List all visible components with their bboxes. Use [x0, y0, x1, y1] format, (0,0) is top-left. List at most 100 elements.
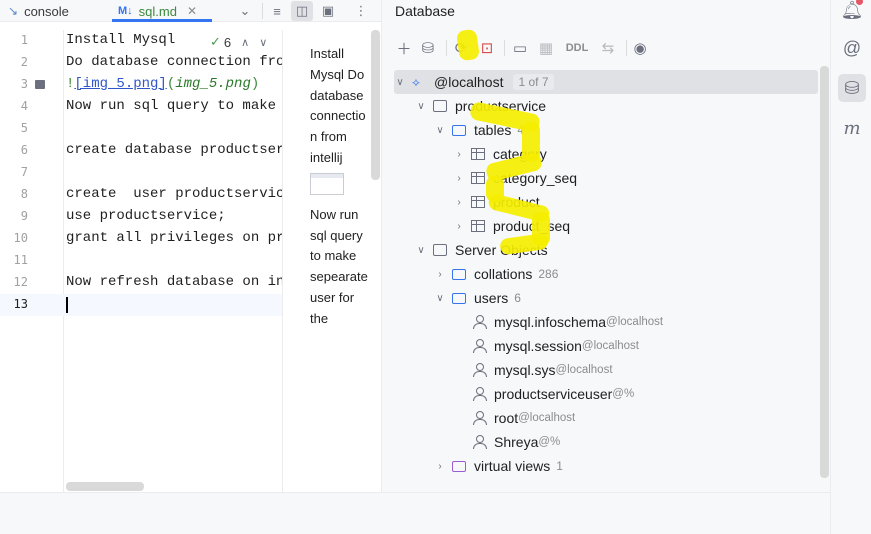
- disconnect-icon[interactable]: ⊡: [477, 36, 497, 60]
- jump-to-source-icon[interactable]: ⇆: [598, 36, 618, 60]
- user-name: mysql.infoschema: [494, 314, 607, 330]
- line-number: 8: [20, 187, 28, 201]
- code-text: Now run sql query to make sepearate user: [66, 98, 277, 114]
- chevron-down-icon[interactable]: ∨: [394, 77, 406, 88]
- chevron-down-icon[interactable]: ∨: [434, 125, 446, 136]
- data-source-properties-icon[interactable]: ⛁: [418, 36, 438, 60]
- view-options-icon[interactable]: ◉: [630, 36, 650, 60]
- editor-only-view-icon[interactable]: ≡: [266, 0, 288, 22]
- more-options-icon[interactable]: ⋮: [350, 0, 372, 22]
- line-number: 12: [13, 275, 28, 289]
- tree-node-user[interactable]: mysql.session @localhost: [473, 334, 639, 358]
- user-host: @%: [612, 388, 635, 400]
- table-icon: [471, 172, 485, 184]
- code-line[interactable]: 1 Install Mysql ✓ 6 ∧ ∨: [0, 30, 282, 52]
- chevron-down-icon[interactable]: ∨: [415, 245, 427, 256]
- code-line[interactable]: 4 Now run sql query to make sepearate us…: [0, 96, 282, 118]
- tree-node-table[interactable]: › product_seq: [453, 214, 570, 238]
- user-host: @localhost: [555, 364, 613, 376]
- notifications-bell-icon[interactable]: 🔔︎: [838, 0, 866, 24]
- line-number: 3: [20, 77, 28, 91]
- user-name: mysql.sys: [494, 362, 556, 378]
- chevron-right-icon[interactable]: ›: [453, 173, 465, 184]
- tree-node-collations[interactable]: › collations 286: [434, 262, 558, 286]
- image-gutter-icon[interactable]: [35, 80, 45, 89]
- table-view-icon[interactable]: ▦: [536, 36, 556, 60]
- database-toolbar: ＋ ⛁ ⟳ ⊡ ▭ ▦ DDL ⇆ ◉: [390, 36, 830, 60]
- next-issue-icon[interactable]: ∨: [259, 36, 267, 49]
- tree-node-user[interactable]: mysql.sys @localhost: [473, 358, 613, 382]
- code-editor[interactable]: 1 Install Mysql ✓ 6 ∧ ∨ 2 Do database co…: [0, 30, 282, 316]
- user-name: Shreya: [494, 434, 539, 450]
- tree-node-localhost[interactable]: ∨ ⟡ @localhost 1 of 7: [394, 70, 818, 94]
- database-tree-scrollbar[interactable]: [820, 66, 829, 478]
- chevron-down-icon[interactable]: ∨: [434, 293, 446, 304]
- tree-node-virtual-views[interactable]: › virtual views 1: [434, 454, 563, 478]
- code-line[interactable]: 7: [0, 162, 282, 184]
- chevron-down-icon[interactable]: ⌄: [234, 0, 256, 22]
- chevron-right-icon[interactable]: ›: [434, 461, 446, 472]
- tree-node-user[interactable]: productserviceuser @%: [473, 382, 634, 406]
- tree-node-user[interactable]: root @localhost: [473, 406, 575, 430]
- code-line[interactable]: 3 ![img_5.png](img_5.png): [0, 74, 282, 96]
- editor-tab-bar: ↘ console M↓ sql.md ✕ ⌄ ≡ ◫ ▣ ⋮: [0, 0, 382, 22]
- schema-icon: [433, 100, 447, 112]
- tab-console-label: console: [24, 3, 69, 19]
- tree-node-user[interactable]: mysql.infoschema @localhost: [473, 310, 663, 334]
- code-line[interactable]: 10 grant all privileges on productservic…: [0, 228, 282, 250]
- code-line[interactable]: 9 use productservice;: [0, 206, 282, 228]
- toolbar-divider: [446, 40, 447, 56]
- line-number: 6: [20, 143, 28, 157]
- preview-only-view-icon[interactable]: ▣: [317, 0, 339, 22]
- chevron-right-icon[interactable]: ›: [434, 269, 446, 280]
- table-icon: [471, 148, 485, 160]
- code-line[interactable]: 12 Now refresh database on intellij: [0, 272, 282, 294]
- preview-content: Install Mysql Do database connection fro…: [310, 44, 368, 330]
- editor-horizontal-scrollbar[interactable]: [66, 482, 144, 491]
- code-line[interactable]: 5: [0, 118, 282, 140]
- code-line[interactable]: 6 create database productservice;: [0, 140, 282, 162]
- ddl-button[interactable]: DDL: [562, 36, 592, 60]
- previous-issue-icon[interactable]: ∧: [241, 36, 249, 49]
- line-number: 1: [20, 33, 28, 47]
- code-line[interactable]: 2 Do database connection from intellij: [0, 52, 282, 74]
- chevron-right-icon[interactable]: ›: [453, 197, 465, 208]
- console-icon: ↘: [8, 4, 19, 18]
- active-tab-indicator: [112, 19, 212, 22]
- code-line-current[interactable]: 13: [0, 294, 282, 316]
- schema-pager-badge[interactable]: 1 of 7: [513, 74, 554, 90]
- folder-icon: [452, 460, 466, 472]
- preview-paragraph: Install Mysql Do database connection fro…: [310, 46, 366, 165]
- database-tool-icon[interactable]: ⛁: [838, 74, 866, 102]
- preview-scrollbar[interactable]: [371, 30, 380, 180]
- tree-node-users[interactable]: ∨ users 6: [434, 286, 521, 310]
- user-host: @localhost: [518, 412, 576, 424]
- code-text: ![img_5.png](img_5.png): [66, 76, 260, 92]
- close-tab-icon[interactable]: ✕: [187, 4, 197, 18]
- image-link-text[interactable]: [img_5.png]: [74, 76, 166, 92]
- chevron-right-icon[interactable]: ›: [453, 149, 465, 160]
- line-number: 9: [20, 209, 28, 223]
- code-line[interactable]: 11: [0, 250, 282, 272]
- add-icon[interactable]: ＋: [394, 36, 414, 60]
- folder-icon: [452, 268, 466, 280]
- split-view-icon[interactable]: ◫: [291, 1, 313, 21]
- user-name: productserviceuser: [494, 386, 613, 402]
- user-icon: [473, 435, 487, 449]
- user-icon: [473, 339, 487, 353]
- preview-paragraph: Now run sql query to make sepearate user…: [310, 206, 368, 326]
- tab-console[interactable]: ↘ console: [8, 0, 69, 22]
- right-tool-strip: 🔔︎ @ ⛁ m: [830, 0, 871, 534]
- inspection-widget[interactable]: ✓ 6 ∧ ∨: [210, 34, 267, 50]
- ai-assistant-icon[interactable]: @: [838, 34, 866, 62]
- bottom-status-strip: [0, 492, 830, 534]
- markdown-preview[interactable]: Install Mysql Do database connection fro…: [282, 30, 372, 492]
- code-line[interactable]: 8 create user productserviceuser: [0, 184, 282, 206]
- line-number: 2: [20, 55, 28, 69]
- chevron-down-icon[interactable]: ∨: [415, 101, 427, 112]
- query-console-icon[interactable]: ▭: [510, 36, 530, 60]
- chevron-right-icon[interactable]: ›: [453, 221, 465, 232]
- maven-m-icon[interactable]: m: [838, 114, 866, 142]
- code-text: create user productserviceuser: [66, 186, 282, 202]
- tree-node-user[interactable]: Shreya @%: [473, 430, 560, 454]
